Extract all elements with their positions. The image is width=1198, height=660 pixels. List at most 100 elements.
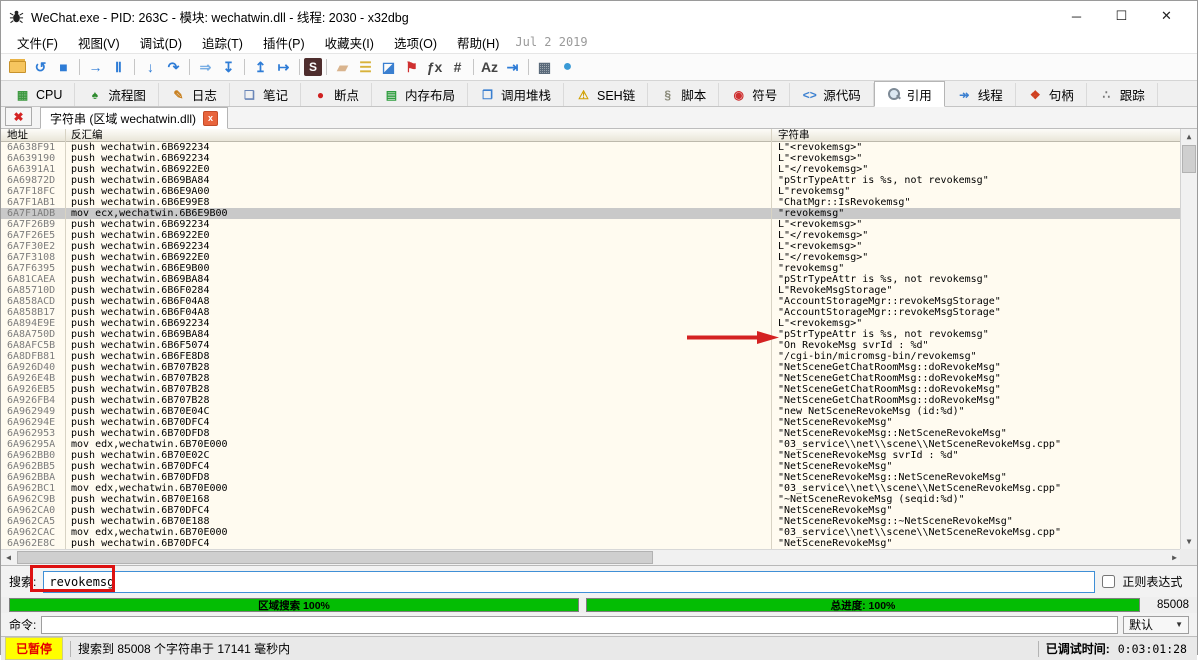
strings-icon[interactable]: Az	[478, 57, 501, 77]
tab-cpu[interactable]: ▦ CPU	[3, 83, 76, 106]
menu-item-7[interactable]: 帮助(H)	[447, 31, 509, 54]
tab-trace[interactable]: ∴ 跟踪	[1087, 83, 1158, 106]
scroll-down-icon[interactable]: ▼	[1181, 534, 1197, 549]
minimize-button[interactable]: ─	[1054, 3, 1099, 29]
regex-checkbox[interactable]	[1102, 575, 1116, 588]
table-row[interactable]: 6A7F6395 push wechatwin.6B6E9B00 "revokems…	[1, 263, 1182, 274]
tab-threads[interactable]: ↠ 线程	[945, 83, 1016, 106]
menu-item-1[interactable]: 视图(V)	[68, 31, 130, 54]
horizontal-scrollbar-thumb[interactable]	[17, 551, 653, 564]
run-icon[interactable]: →	[84, 57, 107, 77]
table-row[interactable]: 6A96295A mov edx,wechatwin.6B70E000 "03_se…	[1, 439, 1182, 450]
table-row[interactable]: 6A962CA0 push wechatwin.6B70DFC4 "NetScene…	[1, 505, 1182, 516]
stop-icon[interactable]: ■	[52, 57, 75, 77]
tab-seh-chain[interactable]: ⚠ SEH链	[564, 83, 649, 106]
bookmarks-icon[interactable]: ⚑	[400, 57, 423, 77]
table-row[interactable]: 6A926D40 push wechatwin.6B707B28 "NetScene…	[1, 362, 1182, 373]
open-file-icon[interactable]	[6, 57, 29, 77]
scroll-up-icon[interactable]: ▲	[1181, 129, 1197, 144]
tab-breakpoint[interactable]: ● 断点	[301, 83, 372, 106]
table-row[interactable]: 6A69872D push wechatwin.6B69BA84 "pStrType…	[1, 175, 1182, 186]
tab-symbols[interactable]: ◉ 符号	[719, 83, 791, 106]
search-input[interactable]	[43, 570, 1096, 593]
close-button[interactable]: ✕	[1144, 3, 1189, 29]
tab-references[interactable]: 引用	[873, 81, 945, 107]
table-row[interactable]: 6A962E8C push wechatwin.6B70DFC4 "NetScene…	[1, 538, 1182, 549]
pause-icon[interactable]: Ⅱ	[107, 57, 130, 77]
tab-script[interactable]: § 脚本	[648, 83, 720, 106]
table-row[interactable]: 6A96294E push wechatwin.6B70DFC4 "NetScene…	[1, 417, 1182, 428]
tab-source[interactable]: <> 源代码	[790, 83, 874, 106]
attach-icon[interactable]: ⇥	[501, 57, 524, 77]
table-row[interactable]: 6A7F18FC push wechatwin.6B6E9A00 L"revokem…	[1, 186, 1182, 197]
labels-icon[interactable]: ◪	[377, 57, 400, 77]
close-all-references-button[interactable]: ✖	[5, 107, 32, 126]
calculator-icon[interactable]: ▦	[533, 57, 556, 77]
internet-icon[interactable]: ●	[556, 57, 579, 77]
hash-icon[interactable]: #	[446, 57, 469, 77]
maximize-button[interactable]: ☐	[1099, 3, 1144, 29]
table-row[interactable]: 6A962BB5 push wechatwin.6B70DFC4 "NetScene…	[1, 461, 1182, 472]
tab-graph[interactable]: ♠ 流程图	[75, 83, 159, 106]
table-row[interactable]: 6A858B17 push wechatwin.6B6F04A8 "AccountS…	[1, 307, 1182, 318]
table-row[interactable]: 6A962BC1 mov edx,wechatwin.6B70E000 "03_se…	[1, 483, 1182, 494]
functions-icon[interactable]: ƒx	[423, 57, 446, 77]
table-row[interactable]: 6A85710D push wechatwin.6B6F0284 L"RevokeM…	[1, 285, 1182, 296]
table-row[interactable]: 6A926EB5 push wechatwin.6B707B28 "NetScene…	[1, 384, 1182, 395]
table-row[interactable]: 6A639190 push wechatwin.6B692234 L"<revoke…	[1, 153, 1182, 164]
comments-icon[interactable]: ☰	[354, 57, 377, 77]
table-row[interactable]: 6A926FB4 push wechatwin.6B707B28 "NetScene…	[1, 395, 1182, 406]
table-row[interactable]: 6A638F91 push wechatwin.6B692234 L"<revoke…	[1, 142, 1182, 153]
step-into-icon[interactable]: ↓	[139, 57, 162, 77]
column-header-string[interactable]: 字符串	[771, 129, 1182, 141]
table-row[interactable]: 6A7F26E5 push wechatwin.6B6922E0 L"</revok…	[1, 230, 1182, 241]
horizontal-scrollbar[interactable]: ◀ ▶	[1, 549, 1182, 565]
execute-till-return-icon[interactable]: ↧	[217, 57, 240, 77]
command-input[interactable]	[41, 615, 1118, 634]
run-until-icon[interactable]: ⇒	[194, 57, 217, 77]
table-row[interactable]: 6A7F30E2 push wechatwin.6B692234 L"<revoke…	[1, 241, 1182, 252]
tab-log[interactable]: ✎ 日志	[159, 83, 230, 106]
table-row[interactable]: 6A962BB0 push wechatwin.6B70E02C "NetScene…	[1, 450, 1182, 461]
source-s-icon[interactable]: S	[304, 58, 322, 76]
table-row[interactable]: 6A7F26B9 push wechatwin.6B692234 L"<revoke…	[1, 219, 1182, 230]
tab-handles[interactable]: ❖ 句柄	[1016, 83, 1087, 106]
table-row[interactable]: 6A6391A1 push wechatwin.6B6922E0 L"</revok…	[1, 164, 1182, 175]
command-profile-dropdown[interactable]: 默认 ▼	[1123, 615, 1189, 634]
close-tab-icon[interactable]: x	[203, 110, 219, 126]
table-row[interactable]: 6A858ACD push wechatwin.6B6F04A8 "AccountS…	[1, 296, 1182, 307]
run-to-user-icon[interactable]: ↦	[272, 57, 295, 77]
table-row[interactable]: 6A7F3108 push wechatwin.6B6922E0 L"</revok…	[1, 252, 1182, 263]
menu-item-6[interactable]: 选项(O)	[384, 31, 447, 54]
menu-item-5[interactable]: 收藏夹(I)	[315, 31, 384, 54]
column-header-address[interactable]: 地址	[1, 129, 65, 141]
table-row[interactable]: 6A962C9B push wechatwin.6B70E168 "~NetScen…	[1, 494, 1182, 505]
menu-item-2[interactable]: 调试(D)	[130, 31, 192, 54]
tab-notes[interactable]: ❏ 笔记	[230, 83, 301, 106]
menu-item-0[interactable]: 文件(F)	[7, 31, 68, 54]
vertical-scrollbar-thumb[interactable]	[1182, 145, 1196, 173]
table-row[interactable]: 6A926E4B push wechatwin.6B707B28 "NetScene…	[1, 373, 1182, 384]
table-row[interactable]: 6A962BBA push wechatwin.6B70DFD8 "NetScene…	[1, 472, 1182, 483]
menu-item-4[interactable]: 插件(P)	[253, 31, 315, 54]
scroll-left-icon[interactable]: ◀	[1, 550, 16, 565]
table-row[interactable]: 6A962CAC mov edx,wechatwin.6B70E000 "03_se…	[1, 527, 1182, 538]
step-over-icon[interactable]: ↷	[162, 57, 185, 77]
step-out-icon[interactable]: ↥	[249, 57, 272, 77]
column-header-disassembly[interactable]: 反汇编	[65, 129, 771, 141]
table-row[interactable]: 6A894E9E push wechatwin.6B692234 L"<revoke…	[1, 318, 1182, 329]
tab-memory-map[interactable]: ▤ 内存布局	[372, 83, 468, 106]
table-row-selected[interactable]: 6A7F1ADB mov ecx,wechatwin.6B6E9B00 "revok…	[1, 208, 1182, 219]
menu-item-3[interactable]: 追踪(T)	[192, 31, 253, 54]
table-row[interactable]: 6A81CAEA push wechatwin.6B69BA84 "pStrType…	[1, 274, 1182, 285]
table-row[interactable]: 6A7F1AB1 push wechatwin.6B6E99E8 "ChatMgr:…	[1, 197, 1182, 208]
table-row[interactable]: 6A962CA5 push wechatwin.6B70E188 "NetScene…	[1, 516, 1182, 527]
table-row[interactable]: 6A8A750D push wechatwin.6B69BA84 "pStrType…	[1, 329, 1182, 340]
patch-icon[interactable]: ▰	[331, 57, 354, 77]
table-row[interactable]: 6A962953 push wechatwin.6B70DFD8 "NetScene…	[1, 428, 1182, 439]
vertical-scrollbar[interactable]: ▲ ▼	[1180, 129, 1197, 549]
tab-call-stack[interactable]: ❐ 调用堆栈	[468, 83, 564, 106]
restart-icon[interactable]: ↺	[29, 57, 52, 77]
strings-result-tab[interactable]: 字符串 (区域 wechatwin.dll) x	[40, 107, 229, 129]
table-row[interactable]: 6A8AFC5B push wechatwin.6B6F5074 "On Revok…	[1, 340, 1182, 351]
